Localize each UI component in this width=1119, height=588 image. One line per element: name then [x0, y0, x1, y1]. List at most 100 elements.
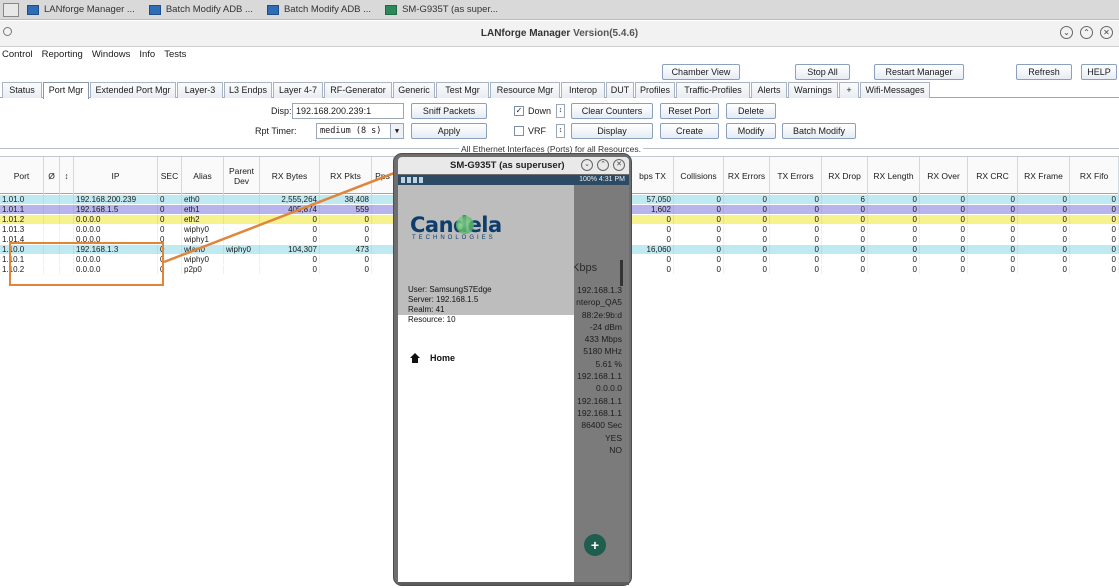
cell-alias: wiphy0 [182, 225, 224, 234]
column-rx-fifo[interactable]: RX Fifo [1070, 157, 1119, 195]
disp-input[interactable]: 192.168.200.239:1 [292, 103, 404, 119]
cell-bps-tx: 16,060 [632, 245, 674, 254]
cell-tx-errors: 0 [770, 225, 822, 234]
menu-info[interactable]: Info [139, 49, 155, 60]
column-collisions[interactable]: Collisions [674, 157, 724, 195]
tab-warnings[interactable]: Warnings [788, 82, 838, 98]
cell-bps-tx: 57,050 [632, 195, 674, 204]
drawer-item-home[interactable]: Home [410, 353, 455, 363]
window-titlebar: LANforge Manager Version(5.4.6) ⌄ ⌃ ✕ [0, 21, 1119, 47]
column-parent-dev[interactable]: Parent Dev [224, 157, 260, 195]
vrf-checkbox[interactable] [514, 126, 524, 136]
maximize-icon[interactable]: ⌃ [1080, 26, 1093, 39]
column-down[interactable]: ↕ [60, 157, 74, 195]
column-rx-over[interactable]: RX Over [920, 157, 968, 195]
chamber-view-button[interactable]: Chamber View [662, 64, 740, 80]
drawer-header: Candela TECHNOLOGIES User: SamsungS7Edge… [398, 185, 574, 324]
delete-button[interactable]: Delete [726, 103, 776, 119]
notification-icons [401, 177, 423, 183]
cell-rx-crc: 0 [968, 225, 1018, 234]
minimize-icon[interactable]: ⌄ [581, 159, 593, 171]
column-port[interactable]: Port [0, 157, 44, 195]
tab-alerts[interactable]: Alerts [751, 82, 787, 98]
taskbar-item-lanforge[interactable]: LANforge Manager ... [23, 2, 141, 18]
taskbar-item-phone[interactable]: SM-G935T (as super... [381, 2, 504, 18]
tab-add[interactable]: + [839, 82, 859, 98]
column-phantom[interactable]: Ø [44, 157, 60, 195]
cell-collisions: 0 [674, 195, 724, 204]
cell-collisions: 0 [674, 255, 724, 264]
chevron-down-icon[interactable]: ▼ [390, 124, 403, 138]
cell-alias: wiphy0 [182, 255, 224, 264]
maximize-icon[interactable]: ⌃ [597, 159, 609, 171]
restart-manager-button[interactable]: Restart Manager [874, 64, 964, 80]
modify-button[interactable]: Modify [726, 123, 776, 139]
close-icon[interactable]: ✕ [613, 159, 625, 171]
down-checkbox[interactable]: ✓ [514, 106, 524, 116]
tab-wifi-messages[interactable]: Wifi-Messages [860, 82, 930, 98]
app-icon [148, 4, 161, 15]
add-fab-button[interactable]: + [584, 534, 606, 556]
tab-rf-generator[interactable]: RF-Generator [324, 82, 392, 98]
minimize-icon[interactable]: ⌄ [1060, 26, 1073, 39]
create-button[interactable]: Create [660, 123, 719, 139]
display-button[interactable]: Display [571, 123, 653, 139]
batch-modify-button[interactable]: Batch Modify [782, 123, 856, 139]
tab-layer-3[interactable]: Layer-3 [177, 82, 223, 98]
tab-traffic-profiles[interactable]: Traffic-Profiles [676, 82, 750, 98]
cell-rx-frame: 0 [1018, 265, 1070, 274]
taskbar-item-batch-modify-1[interactable]: Batch Modify ADB ... [145, 2, 259, 18]
tab-layer-4-7[interactable]: Layer 4-7 [273, 82, 323, 98]
tab-interop[interactable]: Interop [561, 82, 605, 98]
column-rx-bytes[interactable]: RX Bytes [260, 157, 320, 195]
cell-rx-fifo: 0 [1070, 265, 1119, 274]
phone-stat-value: 5180 MHz [583, 346, 622, 357]
tab-profiles[interactable]: Profiles [635, 82, 675, 98]
tab-test-mgr[interactable]: Test Mgr [436, 82, 489, 98]
column-alias[interactable]: Alias [182, 157, 224, 195]
cell-rx-errors: 0 [724, 235, 770, 244]
menu-reporting[interactable]: Reporting [42, 49, 83, 60]
logo-accent-icon [456, 216, 474, 234]
cell-rx-fifo: 0 [1070, 245, 1119, 254]
tab-dut[interactable]: DUT [606, 82, 634, 98]
stop-all-button[interactable]: Stop All [795, 64, 850, 80]
cell-port: 1.01.2 [0, 215, 44, 224]
column-rx-frame[interactable]: RX Frame [1018, 157, 1070, 195]
menu-windows[interactable]: Windows [92, 49, 131, 60]
apply-button[interactable]: Apply [411, 123, 487, 139]
vrf-sort-icon[interactable]: ↕ [556, 124, 565, 138]
cell-parent [224, 225, 260, 234]
rpt-timer-select[interactable]: medium (8 s) ▼ [316, 123, 404, 139]
column-rx-crc[interactable]: RX CRC [968, 157, 1018, 195]
phone-window: SM-G935T (as superuser) ⌄ ⌃ ✕ 100% 4:31 … [393, 153, 632, 586]
column-ip[interactable]: IP [74, 157, 158, 195]
column-pps[interactable]: Pps [372, 157, 394, 195]
tab-resource-mgr[interactable]: Resource Mgr [490, 82, 560, 98]
column-tx-errors[interactable]: TX Errors [770, 157, 822, 195]
column-sec[interactable]: SEC [158, 157, 182, 195]
start-icon[interactable] [3, 2, 19, 17]
help-button[interactable]: HELP [1081, 64, 1117, 80]
tab-extended-port-mgr[interactable]: Extended Port Mgr [90, 82, 176, 98]
menu-control[interactable]: Control [2, 49, 33, 60]
tab-l3-endps[interactable]: L3 Endps [224, 82, 272, 98]
sniff-packets-button[interactable]: Sniff Packets [411, 103, 487, 119]
taskbar-item-batch-modify-2[interactable]: Batch Modify ADB ... [263, 2, 377, 18]
column-rx-length[interactable]: RX Length [868, 157, 920, 195]
clear-counters-button[interactable]: Clear Counters [571, 103, 653, 119]
cell-rx-length: 0 [868, 265, 920, 274]
column-rx-drop[interactable]: RX Drop [822, 157, 868, 195]
refresh-button[interactable]: Refresh [1016, 64, 1072, 80]
column-rx-errors[interactable]: RX Errors [724, 157, 770, 195]
down-sort-icon[interactable]: ↕ [556, 104, 565, 118]
cell-rx-pkts: 473 [320, 245, 372, 254]
reset-port-button[interactable]: Reset Port [660, 103, 719, 119]
tab-generic[interactable]: Generic [393, 82, 435, 98]
close-icon[interactable]: ✕ [1100, 26, 1113, 39]
column-bps-tx[interactable]: bps TX [632, 157, 674, 195]
menu-tests[interactable]: Tests [164, 49, 186, 60]
tab-status[interactable]: Status [2, 82, 42, 98]
tab-port-mgr[interactable]: Port Mgr [43, 82, 89, 99]
column-rx-pkts[interactable]: RX Pkts [320, 157, 372, 195]
